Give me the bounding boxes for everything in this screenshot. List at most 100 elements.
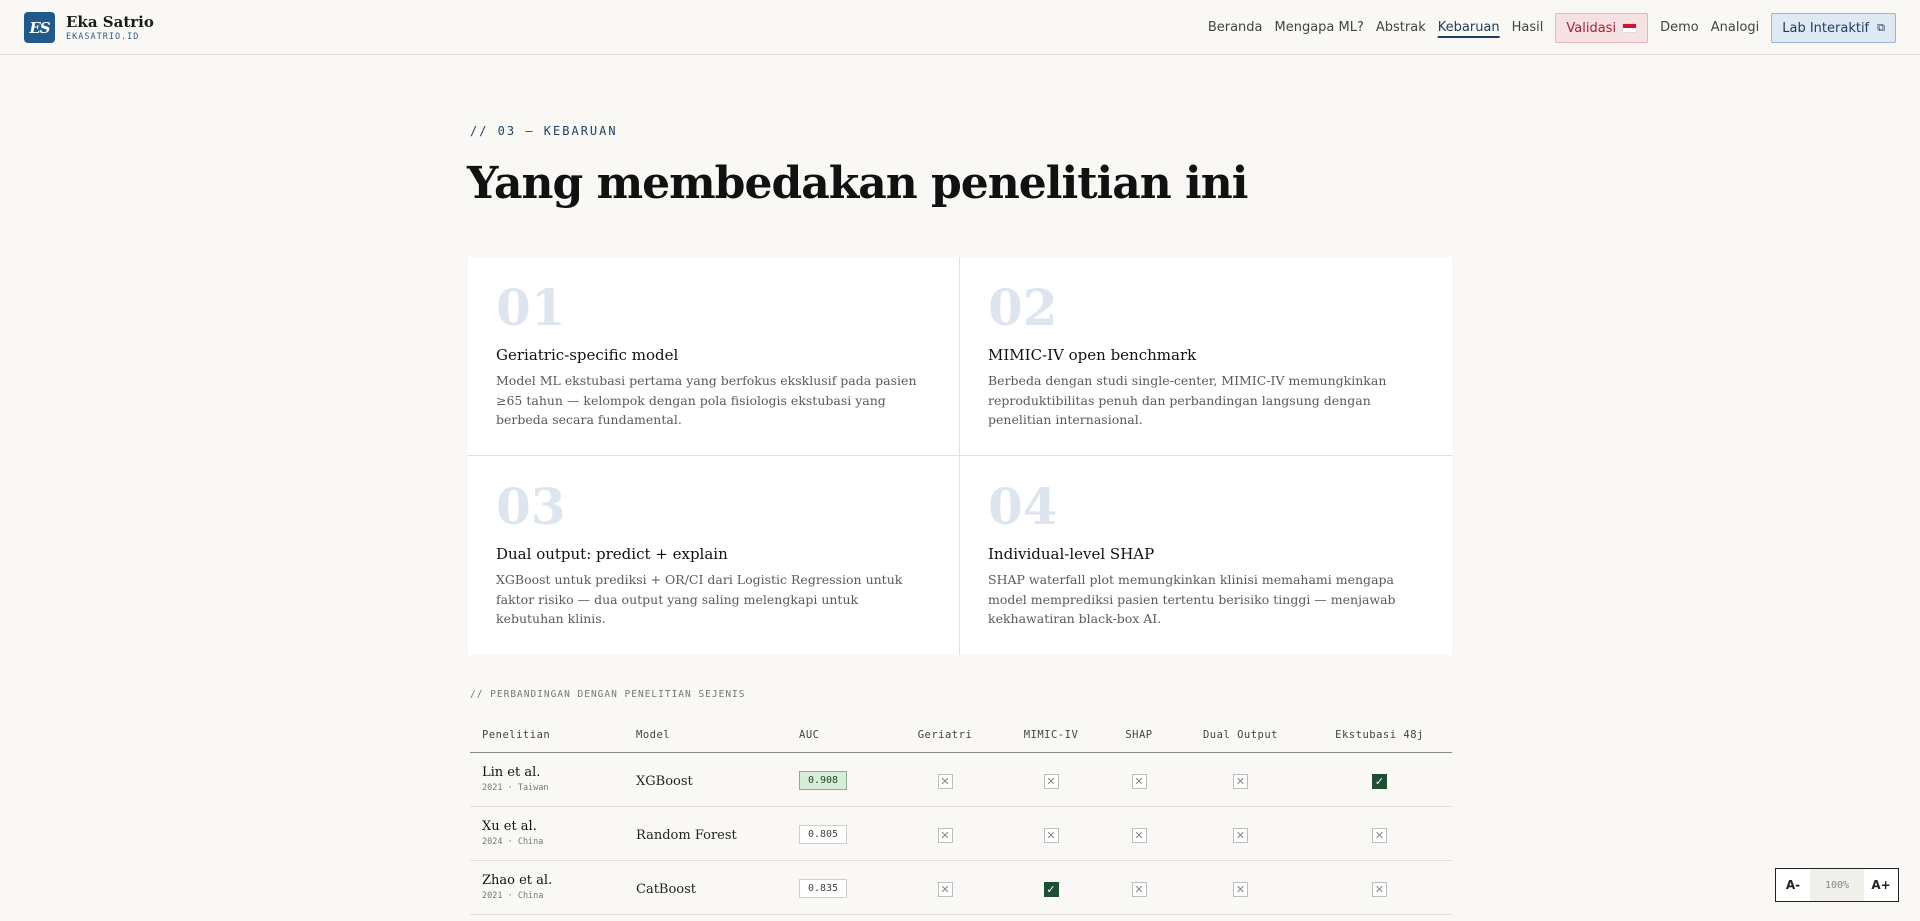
validasi-button[interactable]: Validasi (1555, 13, 1649, 43)
lab-interaktif-button[interactable]: Lab Interaktif ⧉ (1771, 13, 1896, 43)
nav-link-demo[interactable]: Demo (1654, 13, 1705, 43)
feature-cell: ✕ (1307, 806, 1452, 861)
feature-cell: ✕ (998, 752, 1104, 807)
column-header: Ekstubasi 48j (1307, 719, 1452, 753)
card-number: 01 (496, 278, 566, 337)
study-cell: Xu et al. 2024 · China (470, 806, 624, 861)
nav-links: Beranda Mengapa ML? Abstrak Kebaruan Has… (1202, 13, 1896, 43)
auc-cell: 0.805 (787, 806, 892, 861)
section-eyebrow: // 03 — KEBARUAN (470, 124, 618, 138)
brand-name[interactable]: Eka Satrio (66, 13, 154, 31)
feature-cell: ✕ (998, 806, 1104, 861)
cross-icon: ✕ (937, 881, 953, 897)
study-name: Xu et al. (482, 819, 537, 834)
card-number: 02 (988, 278, 1058, 337)
card-number: 04 (988, 477, 1058, 536)
top-nav: ES Eka Satrio EKASATRIO.ID Beranda Menga… (0, 0, 1920, 55)
column-header: Penelitian (470, 719, 624, 753)
model-name: CatBoost (636, 881, 697, 897)
auc-cell: 0.835 (787, 860, 892, 915)
card-description: Model ML ekstubasi pertama yang berfokus… (496, 373, 917, 427)
study-name: Zhao et al. (482, 873, 553, 888)
auc-cell: 0.908 (787, 752, 892, 807)
feature-cell: ✕ (1104, 752, 1174, 807)
cross-icon: ✕ (1233, 827, 1248, 843)
check-icon: ✓ (1043, 881, 1059, 897)
study-name: Lin et al. (482, 765, 541, 780)
feature-cell: ✕ (892, 752, 998, 807)
auc-value: 0.805 (799, 825, 847, 844)
card-title: Dual output: predict + explain (496, 545, 728, 563)
study-meta: 2024 · China (482, 837, 544, 847)
novelty-cards: 01 Geriatric-specific model Model ML eks… (468, 257, 1452, 655)
card-title: Individual-level SHAP (988, 545, 1155, 563)
feature-cell: ✕ (1104, 860, 1174, 915)
feature-cell: ✕ (1307, 860, 1452, 915)
model-name: Random Forest (636, 827, 737, 843)
font-size-value: 100% (1810, 869, 1864, 901)
cross-icon: ✕ (1233, 881, 1248, 897)
model-cell: Random Forest (624, 806, 787, 861)
table-row: Lin et al. 2021 · Taiwan XGBoost 0.908 ✕ ✕ ✕ ✕ ✓ (470, 752, 1452, 807)
cross-icon: ✕ (937, 773, 953, 789)
auc-value: 0.835 (799, 879, 847, 898)
nav-link-beranda[interactable]: Beranda (1202, 13, 1269, 43)
novelty-card: 02 MIMIC-IV open benchmark Berbeda denga… (960, 257, 1452, 456)
external-link-icon: ⧉ (1877, 21, 1885, 34)
nav-link-analogi[interactable]: Analogi (1705, 13, 1766, 43)
study-meta: 2021 · Taiwan (482, 783, 549, 793)
feature-cell: ✕ (1104, 806, 1174, 861)
feature-cell: ✕ (892, 860, 998, 915)
feature-cell: ✕ (1174, 752, 1307, 807)
feature-cell: ✕ (1174, 860, 1307, 915)
novelty-card: 03 Dual output: predict + explain XGBoos… (468, 456, 960, 655)
cross-icon: ✕ (937, 827, 953, 843)
study-meta: 2021 · China (482, 891, 544, 901)
column-header: Model (624, 719, 787, 753)
feature-cell: ✓ (1307, 752, 1452, 807)
card-description: XGBoost untuk prediksi + OR/CI dari Logi… (496, 572, 903, 626)
cross-icon: ✕ (1043, 827, 1059, 843)
model-name: XGBoost (636, 773, 693, 789)
logo-badge[interactable]: ES (24, 12, 55, 43)
table-row: Xu et al. 2024 · China Random Forest 0.805 ✕… (470, 806, 1452, 861)
cross-icon: ✕ (1233, 773, 1248, 789)
font-size-control: A- 100% A+ (1775, 868, 1899, 902)
table-row: Zhao et al. 2021 · China CatBoost 0.835 ✕ ✓ ✕ ✕… (470, 860, 1452, 915)
cross-icon: ✕ (1372, 827, 1387, 843)
feature-cell: ✕ (1174, 806, 1307, 861)
study-cell: Lin et al. 2021 · Taiwan (470, 752, 624, 807)
comparison-table-body: Lin et al. 2021 · Taiwan XGBoost 0.908 ✕ ✕ ✕ ✕ ✓… (470, 752, 1452, 915)
comparison-table: Penelitian Model AUC Geriatri MIMIC-IV S… (470, 719, 1452, 915)
cross-icon: ✕ (1372, 881, 1387, 897)
card-title: Geriatric-specific model (496, 346, 679, 364)
column-header: MIMIC-IV (998, 719, 1104, 753)
nav-link-hasil[interactable]: Hasil (1506, 13, 1550, 43)
study-cell: Zhao et al. 2021 · China (470, 860, 624, 915)
nav-link-abstrak[interactable]: Abstrak (1370, 13, 1432, 43)
column-header: AUC (787, 719, 892, 753)
font-decrease-button[interactable]: A- (1776, 869, 1810, 901)
cross-icon: ✕ (1043, 773, 1059, 789)
auc-value: 0.908 (799, 771, 847, 790)
novelty-card: 01 Geriatric-specific model Model ML eks… (468, 257, 960, 456)
novelty-card: 04 Individual-level SHAP SHAP waterfall … (960, 456, 1452, 655)
cross-icon: ✕ (1131, 881, 1147, 897)
card-number: 03 (496, 477, 566, 536)
cross-icon: ✕ (1131, 773, 1147, 789)
nav-link-kebaruan[interactable]: Kebaruan (1432, 13, 1506, 43)
card-description: SHAP waterfall plot memungkinkan klinisi… (988, 572, 1396, 626)
model-cell: CatBoost (624, 860, 787, 915)
column-header: SHAP (1104, 719, 1174, 753)
table-header-row: Penelitian Model AUC Geriatri MIMIC-IV S… (470, 719, 1452, 753)
card-description: Berbeda dengan studi single-center, MIMI… (988, 373, 1387, 427)
card-title: MIMIC-IV open benchmark (988, 346, 1197, 364)
column-header: Dual Output (1174, 719, 1307, 753)
font-increase-button[interactable]: A+ (1864, 869, 1898, 901)
brand-domain: EKASATRIO.ID (66, 32, 140, 42)
cross-icon: ✕ (1131, 827, 1147, 843)
indonesia-flag-icon (1622, 23, 1638, 33)
nav-link-mengapa-ml[interactable]: Mengapa ML? (1269, 13, 1370, 43)
model-cell: XGBoost (624, 752, 787, 807)
lab-interaktif-label: Lab Interaktif (1782, 20, 1870, 36)
